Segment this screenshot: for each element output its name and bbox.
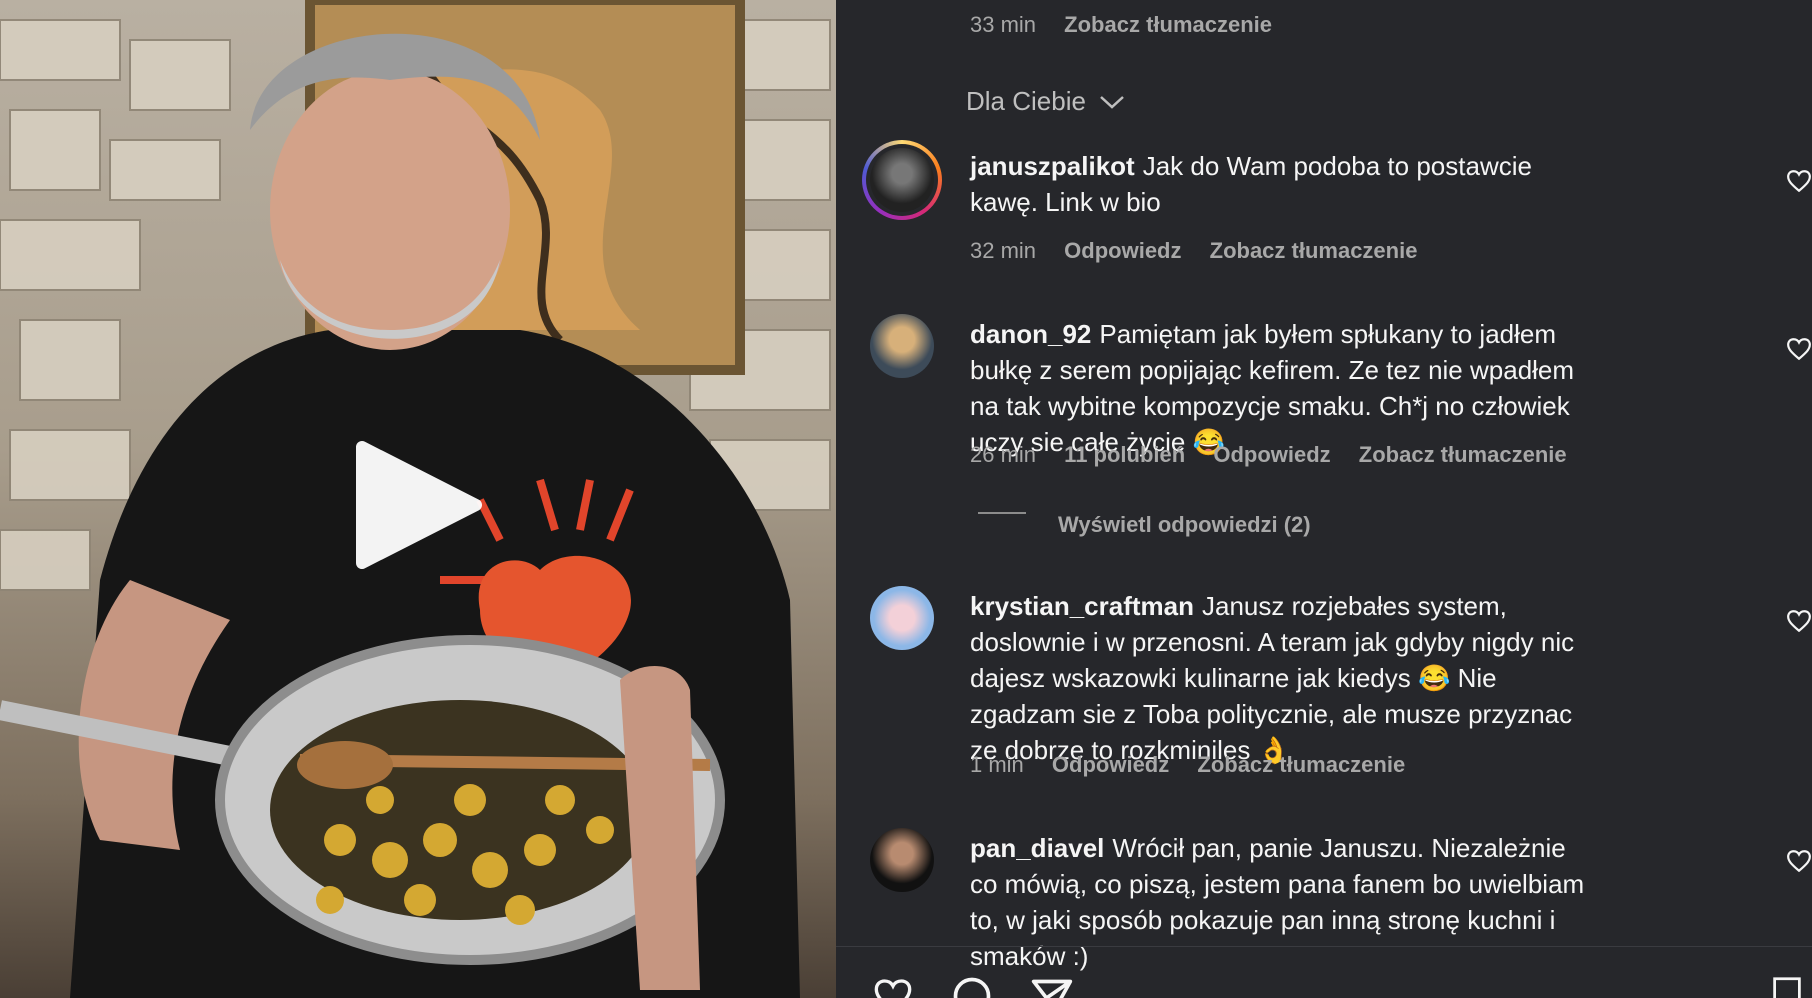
heart-icon[interactable] [1786,336,1812,362]
share-icon[interactable] [1030,976,1074,998]
see-translation-button[interactable]: Zobacz tłumaczenie [1064,12,1272,37]
heart-icon[interactable] [870,976,916,998]
heart-icon[interactable] [1786,848,1812,874]
bookmark-icon[interactable] [1770,976,1804,998]
reply-button[interactable]: Odpowiedz [1052,752,1169,777]
avatar[interactable] [870,314,934,378]
top-comment-meta: 33 min Zobacz tłumaczenie [970,12,1294,38]
avatar[interactable] [870,828,934,892]
avatar [870,148,934,212]
comment-username[interactable]: januszpalikot [970,151,1135,181]
reply-button[interactable]: Odpowiedz [1213,442,1330,467]
play-icon[interactable] [350,435,490,575]
comment: krystian_craftman Janusz rozjebałes syste… [970,588,1590,768]
comment-username[interactable]: pan_diavel [970,833,1104,863]
see-translation-button[interactable]: Zobacz tłumaczenie [1359,442,1567,467]
reply-button[interactable]: Odpowiedz [1064,238,1181,263]
comments-panel: 33 min Zobacz tłumaczenie Dla Ciebie jan… [836,0,1812,998]
sort-label: Dla Ciebie [966,86,1086,116]
comment-meta: 1 min Odpowiedz Zobacz tłumaczenie [970,752,1427,778]
divider [978,512,1026,514]
comment: januszpalikot Jak do Wam podoba to postaw… [970,148,1590,220]
comment-username[interactable]: krystian_craftman [970,591,1194,621]
comment-time: 1 min [970,752,1024,777]
view-replies-button[interactable]: Wyświetl odpowiedzi (2) [1058,512,1311,538]
comment-meta: 32 min Odpowiedz Zobacz tłumaczenie [970,238,1439,264]
comment: pan_diavel Wrócił pan, panie Januszu. Nie… [970,830,1590,974]
heart-icon[interactable] [1786,608,1812,634]
see-translation-button[interactable]: Zobacz tłumaczenie [1210,238,1418,263]
action-bar-divider [836,946,1812,947]
heart-icon[interactable] [1786,168,1812,194]
video-player[interactable] [0,0,836,998]
comment: danon_92 Pamiętam jak byłem spłukany to j… [970,316,1590,460]
avatar-story-ring[interactable] [862,140,942,220]
comment-meta: 26 min 11 polubień Odpowiedz Zobacz tłum… [970,442,1589,468]
sort-dropdown[interactable]: Dla Ciebie [966,86,1125,117]
avatar[interactable] [870,586,934,650]
see-translation-button[interactable]: Zobacz tłumaczenie [1197,752,1405,777]
comment-icon[interactable] [950,974,994,998]
chevron-down-icon [1100,96,1125,109]
comment-time: 32 min [970,238,1037,263]
comment-time: 33 min [970,12,1037,37]
comment-username[interactable]: danon_92 [970,319,1091,349]
comment-time: 26 min [970,442,1037,467]
likes-count[interactable]: 11 polubień [1064,442,1185,467]
